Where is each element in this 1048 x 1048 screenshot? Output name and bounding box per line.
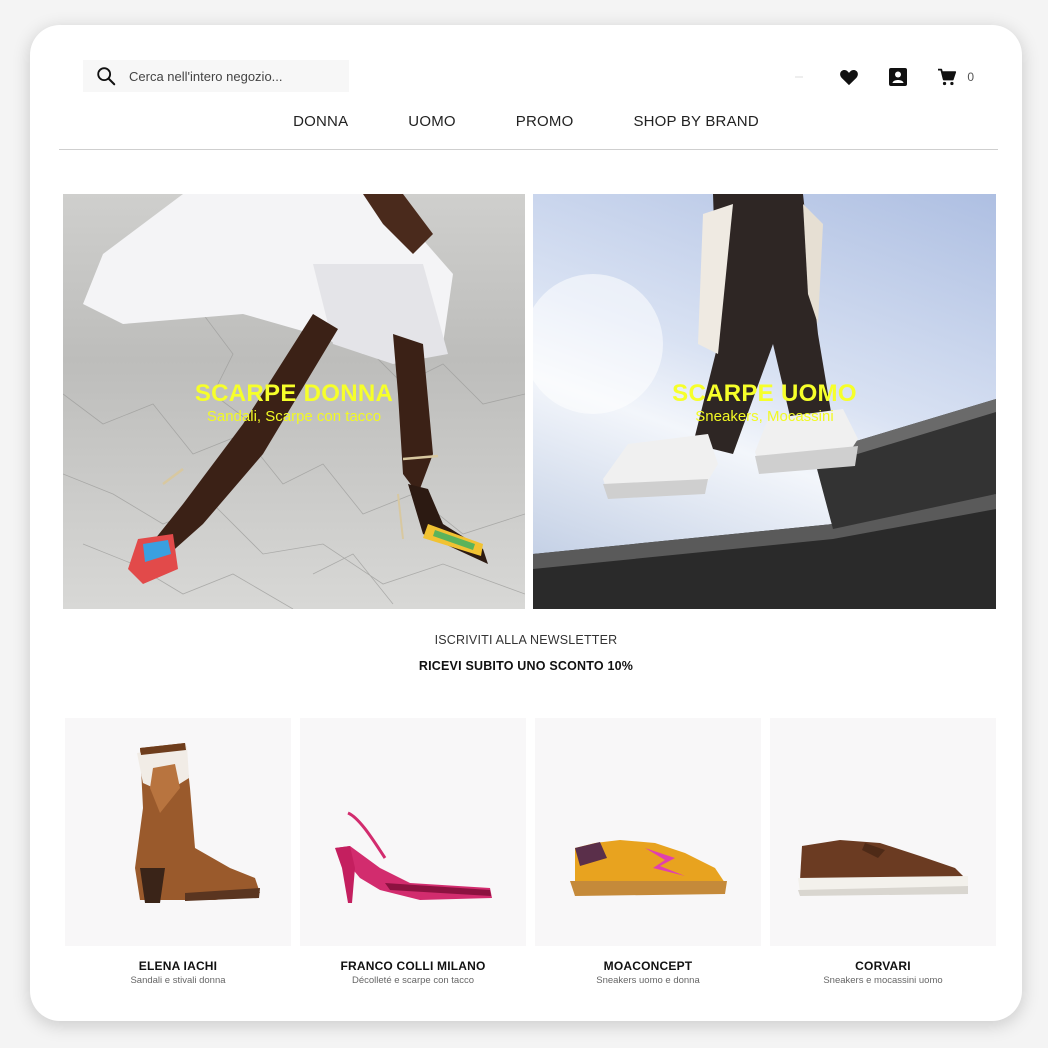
brand-description: Sneakers e mocassini uomo: [823, 975, 943, 986]
brand-image: [770, 718, 996, 946]
brand-image: [535, 718, 761, 946]
banner-women-subtitle: Sandali, Scarpe con tacco: [206, 408, 382, 425]
brand-description: Sneakers uomo e donna: [596, 975, 700, 986]
brand-name: FRANCO COLLI MILANO: [340, 959, 486, 973]
banner-women-title: SCARPE DONNA: [194, 380, 394, 407]
nav-item-donna[interactable]: DONNA: [293, 113, 348, 130]
header-actions: 0: [787, 65, 974, 89]
nav-item-promo[interactable]: PROMO: [516, 113, 574, 130]
banner-men-title: SCARPE UOMO: [672, 380, 857, 407]
newsletter-discount-text: RICEVI SUBITO UNO SCONTO 10%: [418, 659, 634, 673]
brand-card-franco-colli-milano[interactable]: FRANCO COLLI MILANO Décolleté e scarpe c…: [300, 718, 526, 986]
brand-description: Décolleté e scarpe con tacco: [352, 975, 474, 986]
cowboy-boot-icon: [135, 743, 260, 903]
wishlist-heart-icon[interactable]: [839, 68, 859, 86]
pump-heel-icon: [335, 811, 492, 903]
brand-card-elena-iachi[interactable]: ELENA IACHI Sandali e stivali donna: [65, 718, 291, 986]
brand-name: MOACONCEPT: [603, 959, 693, 973]
brand-image: [65, 718, 291, 946]
main-nav: DONNA UOMO PROMO SHOP BY BRAND: [30, 113, 1022, 130]
banner-men-shoes[interactable]: SCARPE UOMO Sneakers, Mocassini: [533, 194, 996, 609]
brand-card-corvari[interactable]: CORVARI Sneakers e mocassini uomo: [770, 718, 996, 986]
page-frame: 0 DONNA UOMO PROMO SHOP BY BRAND: [30, 25, 1022, 1021]
search-icon[interactable]: [95, 65, 117, 87]
brand-description: Sandali e stivali donna: [130, 975, 226, 986]
search-input[interactable]: [127, 67, 341, 85]
sneaker-icon: [570, 840, 727, 896]
brand-card-moaconcept[interactable]: MOACONCEPT Sneakers uomo e donna: [535, 718, 761, 986]
italy-flag-icon[interactable]: [787, 69, 811, 85]
banner-men-text: SCARPE UOMO Sneakers, Mocassini: [533, 380, 996, 426]
banner-men-subtitle: Sneakers, Mocassini: [695, 408, 834, 425]
account-icon[interactable]: [889, 68, 908, 86]
brand-image: [300, 718, 526, 946]
brand-name: ELENA IACHI: [138, 959, 218, 973]
nav-item-uomo[interactable]: UOMO: [408, 113, 455, 130]
banner-women-shoes[interactable]: SCARPE DONNA Sandali, Scarpe con tacco: [63, 194, 525, 609]
leather-sneaker-icon: [798, 840, 968, 896]
brand-name: CORVARI: [855, 959, 911, 973]
cart-icon[interactable]: [937, 68, 957, 86]
banner-women-text: SCARPE DONNA Sandali, Scarpe con tacco: [63, 380, 525, 426]
nav-item-shop-by-brand[interactable]: SHOP BY BRAND: [633, 113, 758, 130]
newsletter-section: ISCRIVITI ALLA NEWSLETTER RICEVI SUBITO …: [30, 633, 1022, 673]
nav-divider: [59, 149, 998, 150]
newsletter-signup-link[interactable]: ISCRIVITI ALLA NEWSLETTER: [30, 633, 1022, 647]
search-bar[interactable]: [83, 60, 349, 92]
cart-count: 0: [967, 70, 974, 84]
